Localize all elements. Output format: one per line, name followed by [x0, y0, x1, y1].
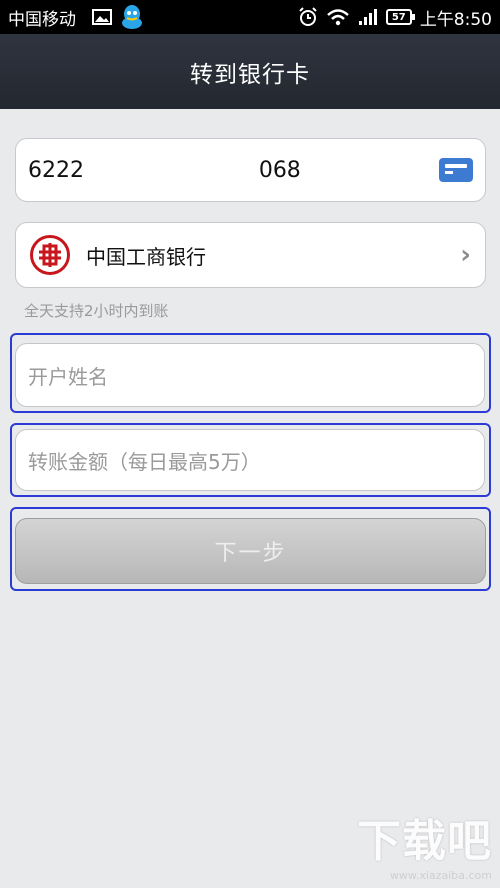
battery-icon: 57 — [385, 9, 415, 25]
watermark-brand: 下载吧 — [357, 816, 492, 867]
next-step-button[interactable]: 下一步 — [15, 518, 486, 584]
clock-time: 上午8:50 — [419, 9, 492, 30]
bank-selector[interactable]: 中国工商银行 › — [15, 222, 486, 288]
carrier-label: 中国移动 — [8, 9, 76, 30]
chevron-right-icon: › — [460, 240, 471, 270]
watermark-url: www.xiazaiba.com — [389, 869, 492, 882]
arrival-note: 全天支持2小时内到账 — [24, 302, 169, 320]
bank-card-icon[interactable] — [439, 158, 473, 182]
signal-icon — [358, 8, 378, 26]
amount-placeholder: 转账金额（每日最高5万） — [28, 449, 261, 474]
watermark: 下载吧 www.xiazaiba.com — [357, 805, 492, 882]
page-title: 转到银行卡 — [190, 61, 310, 88]
image-icon — [92, 9, 112, 25]
card-number-value: 6222 068 — [28, 157, 301, 183]
account-name-placeholder: 开户姓名 — [28, 364, 108, 389]
card-number-field[interactable]: 6222 068 — [15, 138, 486, 202]
wifi-icon — [326, 8, 350, 26]
status-bar: 中国移动 57 上午8:50 — [0, 0, 500, 34]
amount-input[interactable]: 转账金额（每日最高5万） — [15, 429, 485, 491]
page-header: 转到银行卡 — [0, 34, 500, 109]
icbc-logo-icon — [30, 235, 70, 275]
bank-name: 中国工商银行 — [86, 244, 206, 269]
alarm-icon — [298, 7, 318, 27]
account-name-input[interactable]: 开户姓名 — [15, 343, 485, 407]
qq-icon — [120, 4, 144, 30]
